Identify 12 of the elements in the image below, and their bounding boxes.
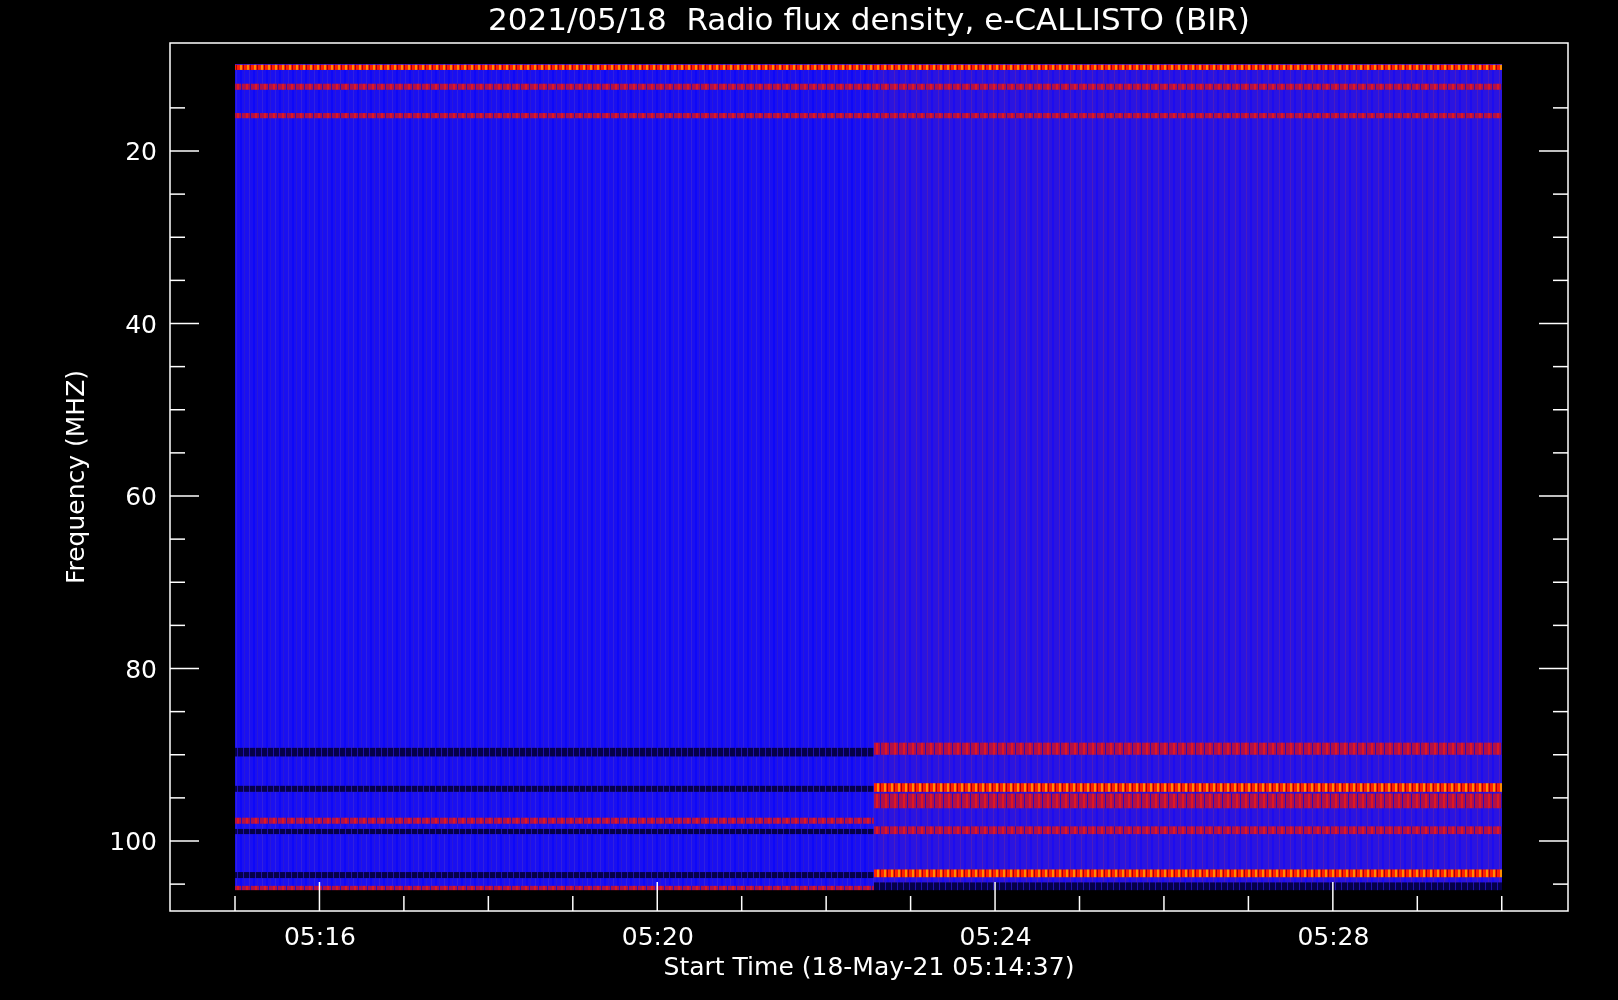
chart-title: 2021/05/18 Radio flux density, e-CALLISTO (BIR) [488,1,1250,37]
x-tick-label: 05:16 [284,922,356,951]
y-tick-label: 20 [125,137,157,166]
y-tick-label: 60 [125,482,157,511]
x-axis-label: Start Time (18-May-21 05:14:37) [663,952,1075,981]
y-tick-label: 100 [109,827,157,856]
y-axis-label: Frequency (MHZ) [61,369,90,585]
x-tick-label: 05:20 [621,922,694,951]
y-tick-label: 40 [125,309,157,339]
x-tick-label: 05:28 [1297,922,1370,951]
y-tick-label: 80 [125,654,157,684]
x-tick-label: 05:24 [959,922,1032,951]
